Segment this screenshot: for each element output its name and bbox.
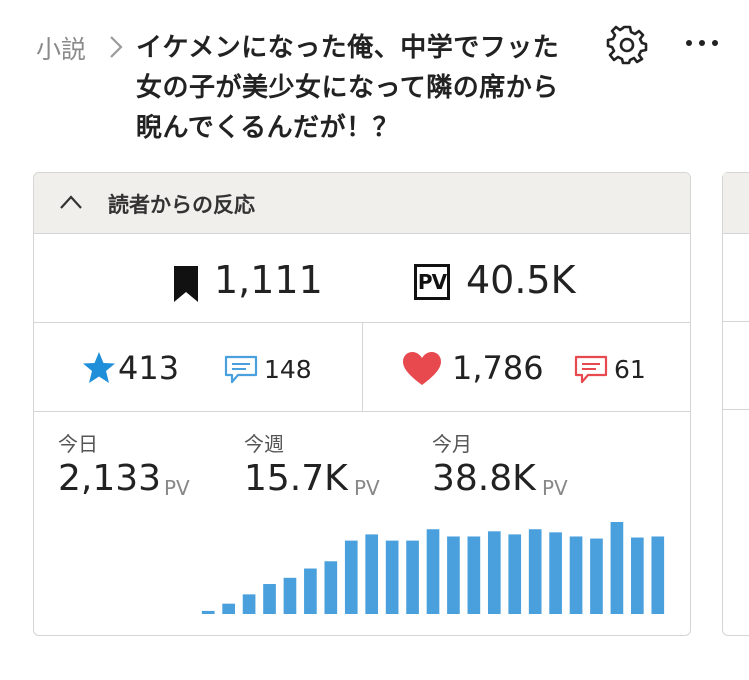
totals-row: 1,111 PV 40.5K	[34, 234, 690, 323]
pv-bar-1	[201, 610, 215, 614]
pv-bar-23	[651, 536, 665, 614]
pv-bar-16	[508, 534, 522, 614]
stat-unit-week: PV	[354, 476, 380, 500]
heart-count: 1,786	[452, 349, 544, 387]
work-title[interactable]: イケメンになった俺、中学でフッた女の子が美少女になって隣の席から睨んでくるんだが…	[136, 28, 566, 148]
pv-bar-5	[283, 577, 297, 614]
pv-stats: 今日 2,133 PV 今週 15.7K PV 今月 38.8K PV	[34, 412, 690, 635]
next-card-edge	[722, 172, 749, 636]
star-icon	[83, 352, 115, 383]
stat-value-week: 15.7K	[244, 458, 348, 499]
pv-bar-10	[385, 540, 399, 614]
reader-reaction-card: 読者からの反応 1,111 PV 40.5K 413 148 1,786 61 …	[33, 172, 691, 636]
pv-bar-8	[344, 540, 358, 614]
heart-icon	[403, 352, 441, 385]
pv-bar-14	[467, 536, 481, 614]
stat-label-month: 今月	[432, 432, 472, 456]
breadcrumb-category-link[interactable]: 小説	[36, 30, 86, 66]
pv-bar-15	[487, 531, 501, 614]
stat-value-today: 2,133	[58, 458, 162, 499]
pv-icon: PV	[414, 264, 450, 300]
pv-bar-22	[631, 537, 644, 614]
stat-label-today: 今日	[58, 432, 98, 456]
pv-bar-2	[222, 603, 235, 614]
pv-bar-4	[263, 584, 276, 614]
star-comment-count: 148	[264, 355, 312, 384]
pv-bar-11	[406, 540, 419, 614]
heart-comment-count: 61	[614, 355, 646, 384]
pv-bar-21	[610, 522, 624, 614]
gear-icon[interactable]	[606, 24, 648, 66]
pv-bar-20	[590, 538, 603, 614]
pv-bar-13	[447, 536, 460, 614]
bookmark-count: 1,111	[214, 258, 323, 302]
chevron-right-icon	[110, 36, 123, 58]
pv-bar-19	[569, 536, 583, 614]
daily-pv-bar-chart	[201, 522, 665, 614]
pv-total: 40.5K	[466, 258, 576, 302]
comment-icon	[224, 355, 258, 384]
pv-bar-3	[242, 594, 256, 614]
pv-bar-6	[304, 568, 317, 614]
stat-unit-today: PV	[164, 476, 190, 500]
reaction-card-header[interactable]: 読者からの反応	[34, 173, 690, 234]
stat-label-week: 今週	[244, 432, 284, 456]
pv-bar-18	[549, 532, 562, 614]
pv-bar-17	[528, 529, 542, 614]
more-icon[interactable]	[684, 38, 720, 48]
column-divider	[362, 323, 363, 411]
stat-unit-month: PV	[542, 476, 568, 500]
stat-value-month: 38.8K	[432, 458, 536, 499]
star-count: 413	[118, 349, 180, 387]
ratings-row: 413 148 1,786 61	[34, 323, 690, 412]
reaction-card-title: 読者からの反応	[108, 193, 255, 217]
pv-bar-7	[324, 561, 338, 614]
pv-bar-12	[426, 529, 440, 614]
chevron-up-icon	[60, 195, 82, 209]
pv-bar-9	[365, 534, 379, 614]
bookmark-icon	[174, 266, 198, 302]
comment-icon	[574, 355, 608, 384]
